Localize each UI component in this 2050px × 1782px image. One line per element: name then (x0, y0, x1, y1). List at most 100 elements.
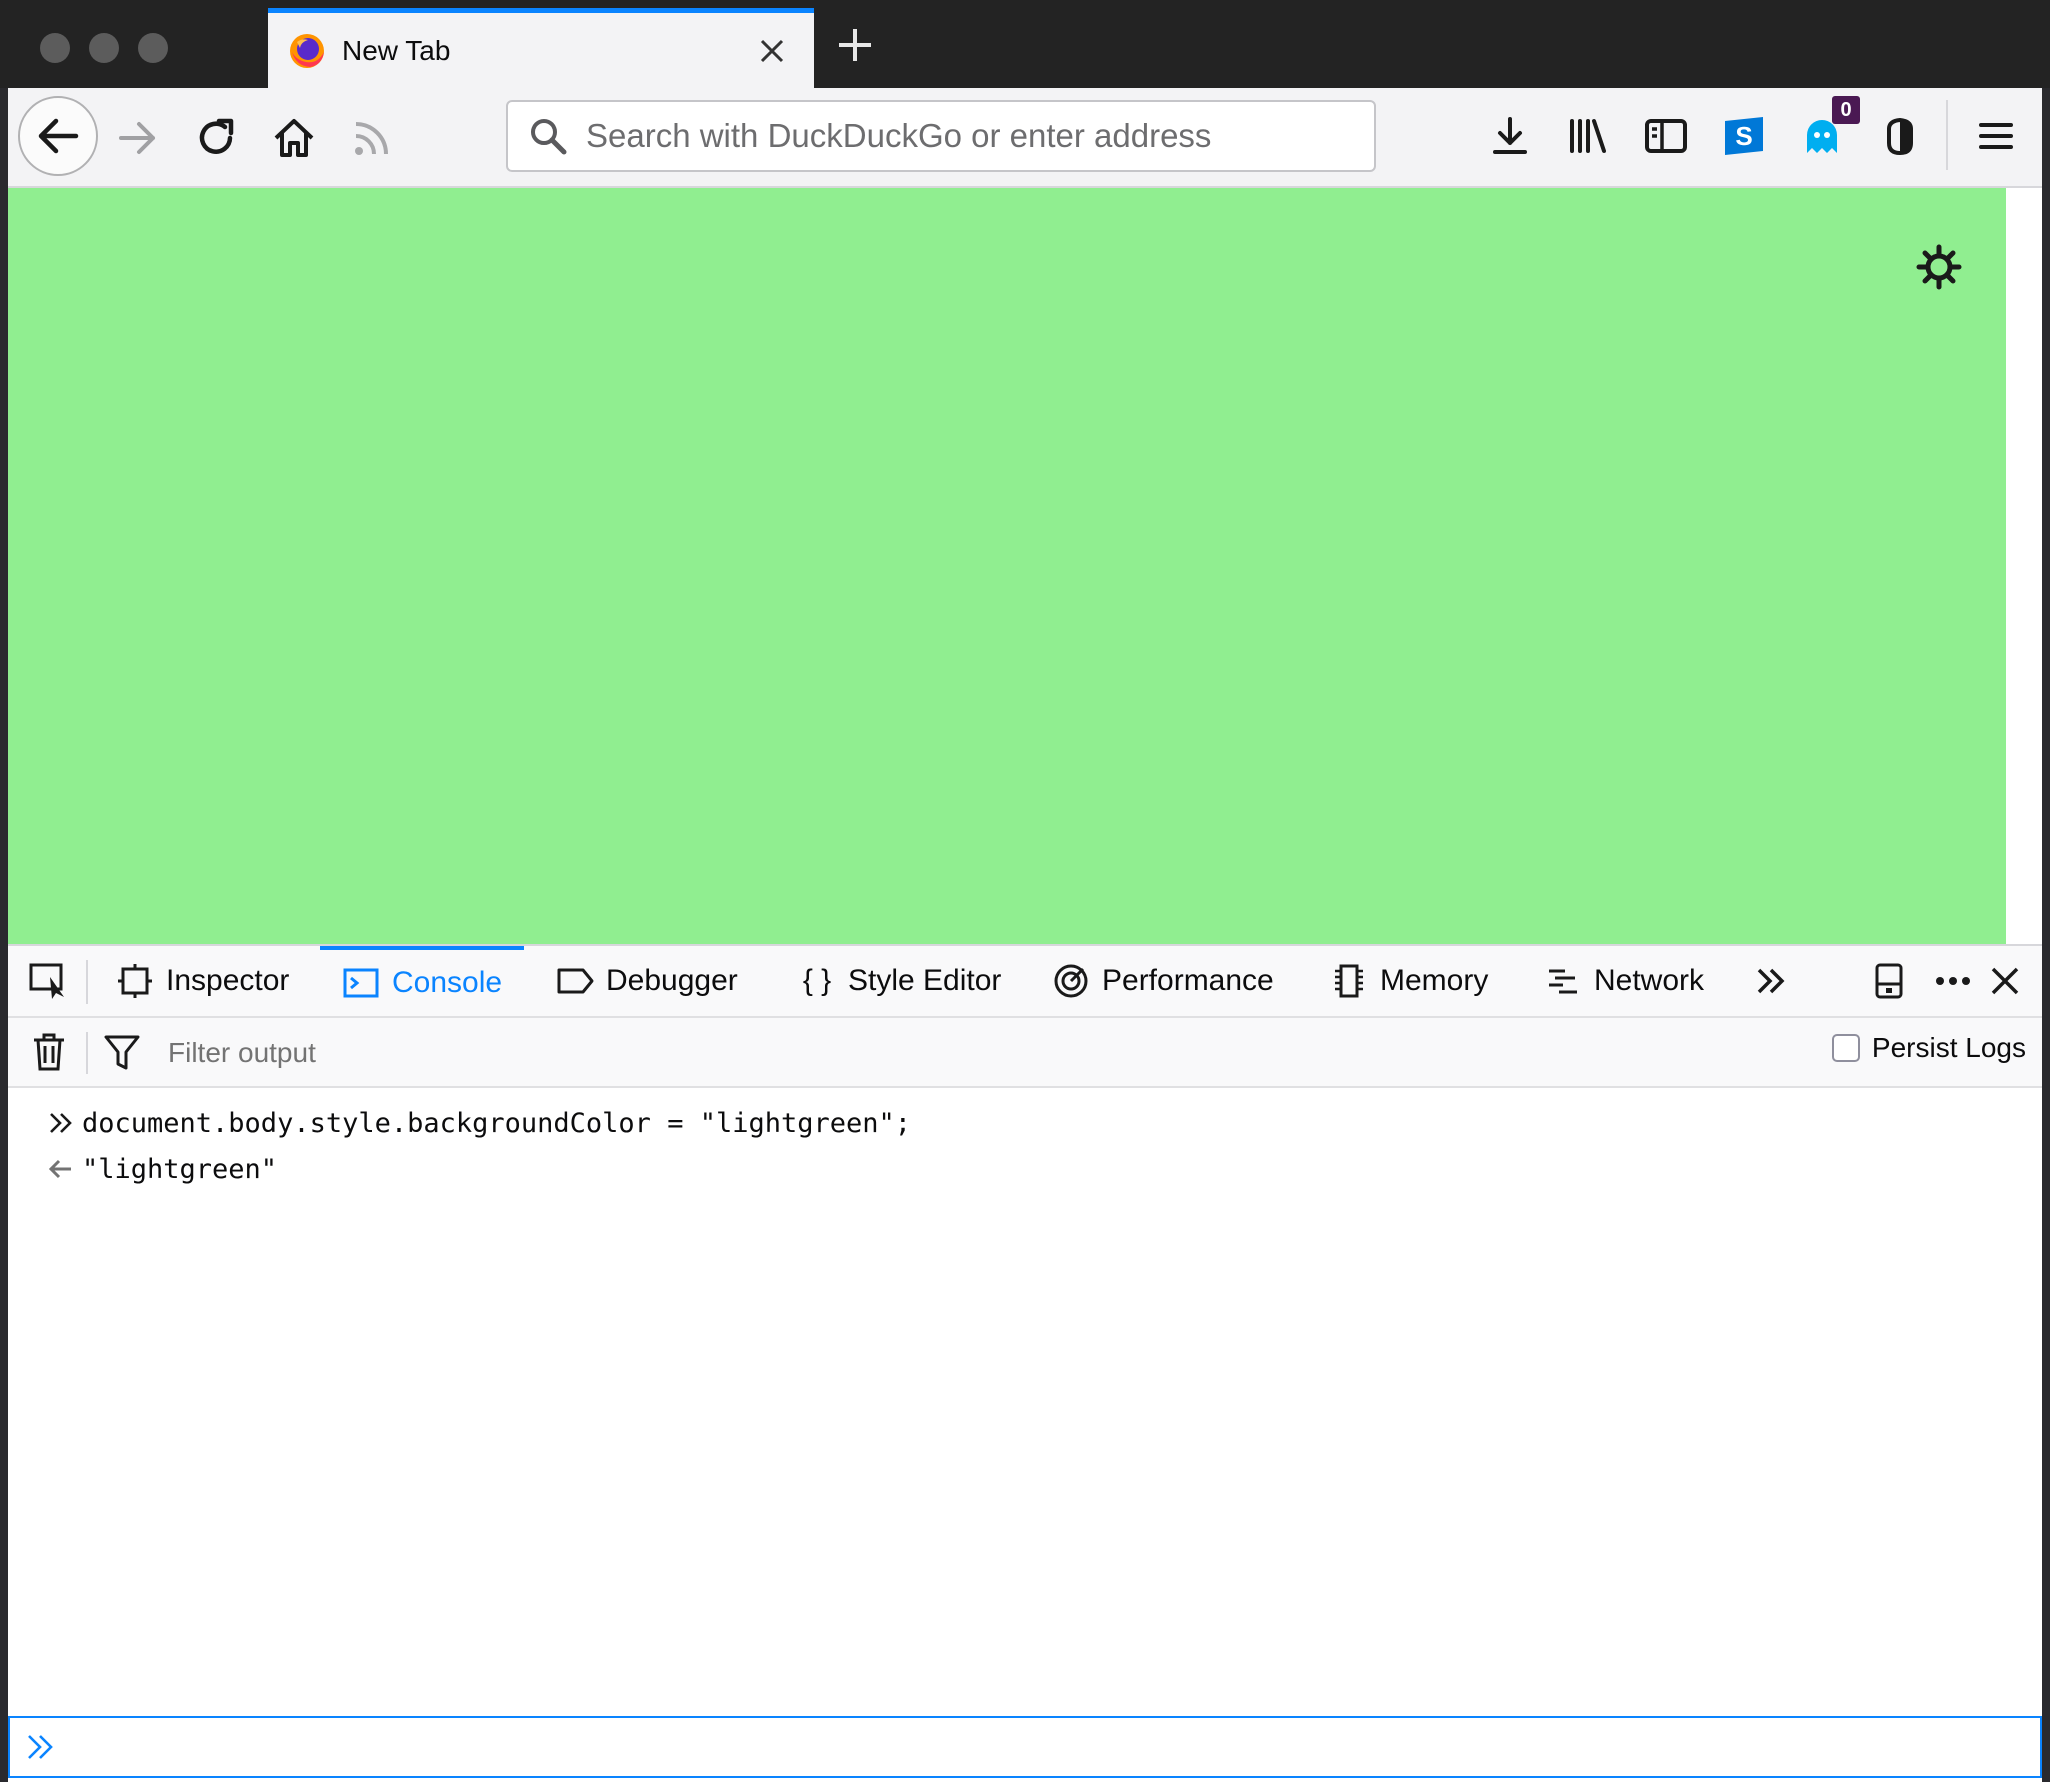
console-icon (342, 964, 380, 1002)
download-icon (1493, 117, 1527, 154)
sidebar-button[interactable] (1636, 106, 1696, 166)
hand-shield-icon (1887, 117, 1913, 156)
notification-count-badge: 0 (1832, 96, 1860, 124)
memory-icon (1330, 962, 1368, 1000)
tab-label: Network (1594, 964, 1705, 997)
debugger-icon (556, 962, 594, 1000)
rss-icon (355, 122, 388, 155)
tab-network[interactable]: Network (1544, 946, 1704, 1016)
downloads-button[interactable] (1480, 106, 1540, 166)
privacy-extension-button[interactable] (1870, 106, 1930, 166)
new-tab-plus-icon[interactable] (832, 22, 878, 68)
dock-toggle-button[interactable] (1874, 946, 1904, 1016)
tab-label: Console (392, 966, 503, 999)
hamburger-icon (1979, 123, 2013, 149)
address-bar[interactable] (506, 100, 1376, 172)
console-input-text: document.body.style.backgroundColor = "l… (82, 1107, 912, 1139)
tab-label: Debugger (606, 964, 738, 997)
filter-icon (104, 1035, 140, 1070)
zoom-window-button[interactable] (138, 33, 168, 63)
tab-new-tab[interactable]: New Tab (268, 8, 814, 88)
browser-window: New Tab Search with DuckDuckGo or enter … (0, 0, 2050, 1782)
sidebar-icon (1645, 119, 1687, 153)
toolbar-divider (1946, 100, 1948, 170)
console-result-text: "lightgreen" (82, 1153, 278, 1185)
inspector-icon (116, 962, 154, 1000)
devtools-tab-bar: Inspector Console Debugger { } Style Edi… (8, 946, 2042, 1018)
style-editor-icon: { } (802, 964, 832, 997)
element-picker-button[interactable] (28, 958, 70, 1004)
tab-label: Style Editor (848, 964, 1002, 997)
more-tools-button[interactable] (1754, 946, 1788, 1016)
performance-icon (1052, 962, 1090, 1000)
tab-console[interactable]: Console (320, 946, 525, 1016)
window-border-right (2042, 88, 2050, 1782)
console-result-message: "lightgreen" (44, 1146, 277, 1192)
skype-extension-button[interactable]: S (1714, 106, 1774, 166)
tab-label: Inspector (166, 964, 290, 997)
navigation-toolbar: S 0 (0, 88, 2050, 188)
console-input-line[interactable] (8, 1716, 2042, 1778)
dock-icon (1875, 963, 1903, 999)
page-content (8, 188, 2006, 944)
console-output: document.body.style.backgroundColor = "l… (8, 1088, 2042, 1664)
tab-memory[interactable]: Memory (1330, 946, 1488, 1016)
address-input[interactable] (586, 117, 1346, 155)
home-button[interactable] (262, 106, 326, 170)
close-devtools-button[interactable] (1990, 946, 2020, 1016)
prompt-chevron-icon (16, 1731, 66, 1763)
devtools-panel: Inspector Console Debugger { } Style Edi… (8, 944, 2042, 1782)
arrow-left-icon (38, 118, 79, 154)
home-icon (274, 119, 314, 157)
close-icon (1991, 967, 2019, 995)
console-input[interactable] (66, 1722, 2040, 1772)
reload-icon (199, 118, 234, 154)
gear-icon (1916, 244, 1962, 290)
reload-button[interactable] (184, 106, 248, 170)
tab-debugger[interactable]: Debugger (556, 946, 738, 1016)
devtools-divider (86, 960, 88, 1004)
tab-performance[interactable]: Performance (1052, 946, 1274, 1016)
chevron-double-right-icon (1757, 968, 1785, 994)
close-window-button[interactable] (40, 33, 70, 63)
network-icon (1544, 962, 1582, 1000)
toolbar-divider (86, 1032, 88, 1074)
devtools-options-button[interactable] (1934, 946, 1972, 1016)
skype-extension-icon: S (1725, 117, 1763, 155)
tab-label: Performance (1102, 964, 1274, 997)
filter-output-input[interactable] (168, 1032, 1068, 1074)
window-border-left (0, 88, 8, 1782)
library-button[interactable] (1558, 106, 1618, 166)
element-picker-icon (29, 963, 64, 999)
console-input-message: document.body.style.backgroundColor = "l… (44, 1100, 911, 1146)
close-tab-icon[interactable] (752, 31, 792, 71)
tab-style-editor[interactable]: { } Style Editor (798, 946, 1002, 1016)
firefox-logo-icon (290, 33, 324, 68)
menu-button[interactable] (1966, 106, 2026, 166)
tab-inspector[interactable]: Inspector (116, 946, 289, 1016)
minimize-window-button[interactable] (89, 33, 119, 63)
persist-logs-label: Persist Logs (1871, 1032, 2026, 1063)
ellipsis-icon (1936, 977, 1970, 985)
result-arrow-left-icon (44, 1152, 78, 1186)
back-button[interactable] (18, 96, 98, 176)
trash-icon (34, 1033, 64, 1071)
checkbox-box[interactable] (1831, 1034, 1860, 1062)
arrow-right-icon (119, 122, 155, 154)
page-settings-button[interactable] (1908, 236, 1970, 298)
svg-text:S: S (1735, 121, 1752, 151)
chevron-double-right-icon (44, 1106, 78, 1140)
ghostery-extension-button[interactable]: 0 (1792, 96, 1860, 166)
console-toolbar: Persist Logs (8, 1018, 2042, 1088)
tab-title: New Tab (342, 34, 451, 66)
persist-logs-checkbox[interactable]: Persist Logs (1831, 1032, 2026, 1064)
tab-label: Memory (1380, 964, 1489, 997)
library-icon (1570, 119, 1606, 153)
rss-button[interactable] (340, 106, 404, 170)
page-scrollbar[interactable] (2006, 188, 2042, 944)
forward-button[interactable] (106, 106, 170, 170)
filter-button[interactable] (104, 1034, 140, 1077)
tab-strip: New Tab (0, 0, 2050, 88)
search-icon (526, 114, 570, 158)
clear-console-button[interactable] (32, 1032, 66, 1077)
